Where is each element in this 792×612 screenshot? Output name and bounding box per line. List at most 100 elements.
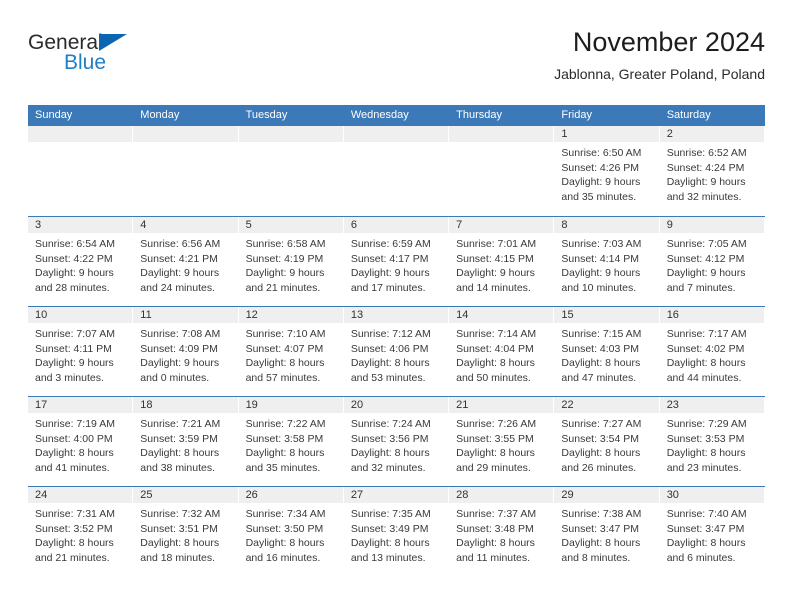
calendar-day-cell[interactable]: 5 Sunrise: 6:58 AM Sunset: 4:19 PM Daylight…	[238, 217, 344, 306]
calendar-day-cell[interactable]: 22 Sunrise: 7:27 AM Sunset: 3:54 PM Dayligh…	[554, 397, 659, 486]
calendar-day-cell[interactable]: 28 Sunrise: 7:37 AM Sunset: 3:48 PM Dayligh…	[449, 487, 554, 576]
day-number-band: 18	[133, 397, 238, 413]
sunrise-text: Sunrise: 7:21 AM	[140, 418, 221, 430]
calendar-day-cell[interactable]: 25 Sunrise: 7:32 AM Sunset: 3:51 PM Dayligh…	[133, 487, 238, 576]
day-number-band: 30	[659, 487, 764, 503]
calendar-day-cell[interactable]: 9 Sunrise: 7:05 AM Sunset: 4:12 PM Daylight…	[659, 217, 765, 306]
calendar-day-cell[interactable]: 14 Sunrise: 7:14 AM Sunset: 4:04 PM Dayligh…	[449, 307, 554, 396]
sunset-text: Sunset: 4:15 PM	[456, 252, 534, 265]
daylight-text-line1: Daylight: 9 hours	[666, 267, 746, 279]
calendar-day-cell[interactable]: 8 Sunrise: 7:03 AM Sunset: 4:14 PM Daylight…	[554, 217, 659, 306]
day-number-band	[238, 126, 343, 142]
calendar-day-cell[interactable]: 19 Sunrise: 7:22 AM Sunset: 3:58 PM Dayligh…	[238, 397, 344, 486]
calendar-day-cell[interactable]: 17 Sunrise: 7:19 AM Sunset: 4:00 PM Dayligh…	[28, 397, 133, 486]
weekday-header-sunday: Sunday	[35, 109, 73, 121]
calendar-day-cell[interactable]: 29 Sunrise: 7:38 AM Sunset: 3:47 PM Dayligh…	[554, 487, 659, 576]
calendar-day-cell-empty	[449, 126, 554, 216]
day-number-band: 28	[449, 487, 554, 503]
sunset-text: Sunset: 4:09 PM	[140, 342, 218, 355]
calendar-day-cell[interactable]: 24 Sunrise: 7:31 AM Sunset: 3:52 PM Dayligh…	[28, 487, 133, 576]
calendar-day-cell[interactable]: 18 Sunrise: 7:21 AM Sunset: 3:59 PM Dayligh…	[133, 397, 238, 486]
sunrise-text: Sunrise: 7:03 AM	[561, 238, 642, 250]
daylight-text-line2: and 44 minutes.	[666, 371, 742, 384]
day-sun-info: Sunrise: 7:31 AM Sunset: 3:52 PM Daylight:…	[28, 503, 133, 565]
day-number-band: 8	[554, 217, 659, 233]
calendar-day-cell[interactable]: 16 Sunrise: 7:17 AM Sunset: 4:02 PM Dayligh…	[659, 307, 765, 396]
day-number: 26	[245, 489, 258, 501]
day-number-band: 15	[554, 307, 659, 323]
calendar-day-cell[interactable]: 26 Sunrise: 7:34 AM Sunset: 3:50 PM Dayligh…	[238, 487, 344, 576]
sunrise-text: Sunrise: 7:07 AM	[35, 328, 115, 340]
day-sun-info: Sunrise: 7:34 AM Sunset: 3:50 PM Daylight:…	[239, 503, 344, 565]
day-sun-info: Sunrise: 7:01 AM Sunset: 4:15 PM Daylight:…	[449, 233, 554, 295]
title-block: November 2024 Jablonna, Greater Poland, …	[554, 26, 765, 84]
calendar-day-cell[interactable]: 1 Sunrise: 6:50 AM Sunset: 4:26 PM Daylight…	[554, 126, 659, 216]
day-number: 6	[350, 219, 357, 231]
daylight-text-line1: Daylight: 8 hours	[456, 537, 535, 549]
day-number: 1	[561, 128, 568, 140]
day-number: 16	[666, 309, 679, 321]
calendar-day-cell[interactable]: 20 Sunrise: 7:24 AM Sunset: 3:56 PM Dayligh…	[343, 397, 449, 486]
sunset-text: Sunset: 4:07 PM	[245, 342, 324, 355]
calendar-day-cell[interactable]: 30 Sunrise: 7:40 AM Sunset: 3:47 PM Dayligh…	[659, 487, 765, 576]
sunset-text: Sunset: 4:26 PM	[561, 161, 640, 174]
daylight-text-line2: and 3 minutes.	[35, 371, 104, 384]
daylight-text-line2: and 6 minutes.	[666, 551, 736, 564]
day-sun-info: Sunrise: 7:24 AM Sunset: 3:56 PM Daylight:…	[344, 413, 449, 475]
calendar-day-cell[interactable]: 4 Sunrise: 6:56 AM Sunset: 4:21 PM Daylight…	[133, 217, 238, 306]
calendar-day-cell[interactable]: 3 Sunrise: 6:54 AM Sunset: 4:22 PM Daylight…	[28, 217, 133, 306]
sunrise-text: Sunrise: 7:40 AM	[666, 508, 747, 520]
sunrise-text: Sunrise: 7:31 AM	[35, 508, 115, 520]
day-number-band: 10	[28, 307, 133, 323]
daylight-text-line1: Daylight: 8 hours	[666, 447, 746, 459]
day-sun-info: Sunrise: 7:07 AM Sunset: 4:11 PM Daylight:…	[28, 323, 133, 385]
sunset-text: Sunset: 3:52 PM	[35, 522, 113, 535]
general-blue-logo[interactable]: General Blue	[28, 32, 188, 82]
sunrise-text: Sunrise: 7:17 AM	[666, 328, 747, 340]
sunrise-text: Sunrise: 7:01 AM	[456, 238, 537, 250]
day-sun-info: Sunrise: 7:29 AM Sunset: 3:53 PM Daylight:…	[660, 413, 765, 475]
day-number: 12	[245, 309, 258, 321]
calendar-day-cell[interactable]: 21 Sunrise: 7:26 AM Sunset: 3:55 PM Dayligh…	[449, 397, 554, 486]
day-number: 5	[245, 219, 252, 231]
daylight-text-line2: and 23 minutes.	[666, 461, 742, 474]
day-sun-info: Sunrise: 7:22 AM Sunset: 3:58 PM Daylight:…	[239, 413, 344, 475]
triangle-icon	[99, 34, 127, 51]
sunset-text: Sunset: 3:47 PM	[561, 522, 640, 535]
calendar-day-cell[interactable]: 27 Sunrise: 7:35 AM Sunset: 3:49 PM Dayligh…	[343, 487, 449, 576]
calendar-day-cell[interactable]: 12 Sunrise: 7:10 AM Sunset: 4:07 PM Dayligh…	[238, 307, 344, 396]
calendar-day-cell[interactable]: 10 Sunrise: 7:07 AM Sunset: 4:11 PM Dayligh…	[28, 307, 133, 396]
sunset-text: Sunset: 3:54 PM	[561, 432, 640, 445]
day-number: 21	[456, 399, 469, 411]
day-sun-info: Sunrise: 7:38 AM Sunset: 3:47 PM Daylight:…	[554, 503, 659, 565]
calendar-day-cell[interactable]: 15 Sunrise: 7:15 AM Sunset: 4:03 PM Dayligh…	[554, 307, 659, 396]
calendar-day-cell[interactable]: 7 Sunrise: 7:01 AM Sunset: 4:15 PM Daylight…	[449, 217, 554, 306]
calendar-week-row: 1 Sunrise: 6:50 AM Sunset: 4:26 PM Daylight…	[28, 126, 765, 216]
calendar-week-row: 24 Sunrise: 7:31 AM Sunset: 3:52 PM Dayligh…	[28, 486, 765, 576]
daylight-text-line1: Daylight: 9 hours	[35, 357, 114, 369]
day-number-band: 25	[133, 487, 238, 503]
day-sun-info: Sunrise: 7:15 AM Sunset: 4:03 PM Daylight:…	[554, 323, 659, 385]
day-sun-info: Sunrise: 6:56 AM Sunset: 4:21 PM Daylight:…	[133, 233, 238, 295]
calendar-day-cell[interactable]: 2 Sunrise: 6:52 AM Sunset: 4:24 PM Daylight…	[659, 126, 765, 216]
sunrise-text: Sunrise: 6:50 AM	[561, 147, 642, 159]
daylight-text-line2: and 21 minutes.	[245, 281, 321, 294]
daylight-text-line2: and 24 minutes.	[140, 281, 215, 294]
day-number: 17	[35, 399, 48, 411]
sunset-text: Sunset: 3:47 PM	[666, 522, 745, 535]
calendar-day-cell[interactable]: 23 Sunrise: 7:29 AM Sunset: 3:53 PM Dayligh…	[659, 397, 765, 486]
daylight-text-line1: Daylight: 9 hours	[666, 176, 746, 188]
weekday-header-tuesday: Tuesday	[245, 109, 288, 121]
day-number: 3	[35, 219, 42, 231]
calendar-day-cell[interactable]: 6 Sunrise: 6:59 AM Sunset: 4:17 PM Daylight…	[343, 217, 449, 306]
daylight-text-line1: Daylight: 8 hours	[35, 447, 114, 459]
day-sun-info: Sunrise: 6:58 AM Sunset: 4:19 PM Daylight:…	[239, 233, 344, 295]
calendar-day-cell[interactable]: 13 Sunrise: 7:12 AM Sunset: 4:06 PM Dayligh…	[343, 307, 449, 396]
day-number: 14	[456, 309, 469, 321]
sunrise-text: Sunrise: 6:52 AM	[666, 147, 747, 159]
weekday-header-wednesday: Wednesday	[350, 109, 409, 121]
sunset-text: Sunset: 3:48 PM	[456, 522, 534, 535]
day-sun-info: Sunrise: 6:59 AM Sunset: 4:17 PM Daylight:…	[344, 233, 449, 295]
daylight-text-line1: Daylight: 8 hours	[140, 537, 220, 549]
calendar-day-cell[interactable]: 11 Sunrise: 7:08 AM Sunset: 4:09 PM Dayligh…	[133, 307, 238, 396]
